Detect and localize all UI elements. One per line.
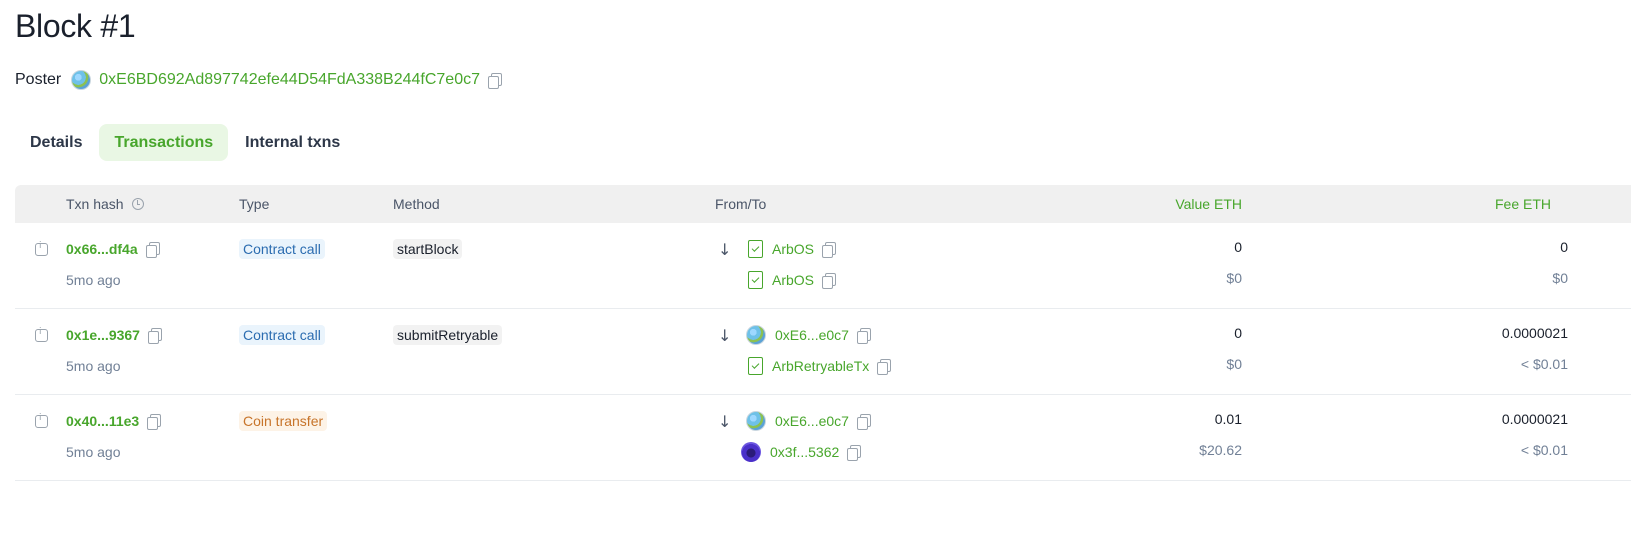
copy-icon[interactable] <box>822 273 837 289</box>
txn-value-usd: $0 <box>1226 270 1242 286</box>
txn-method: startBlock <box>393 239 463 259</box>
copy-icon[interactable] <box>856 414 871 430</box>
arrow-down-icon: ↓ <box>718 411 732 431</box>
contract-icon <box>748 240 763 258</box>
table-row: 0x66...df4a 5mo ago Contract call startB… <box>15 223 1631 309</box>
txn-value: 0 <box>1234 239 1242 255</box>
copy-icon[interactable] <box>877 359 892 375</box>
globe-avatar-icon <box>746 411 766 431</box>
arrow-down-icon: ↓ <box>718 239 732 259</box>
page-title: Block #1 <box>15 8 136 44</box>
txn-type-badge: Contract call <box>239 325 325 345</box>
purple-avatar-icon <box>741 442 761 462</box>
txn-value: 0 <box>1234 325 1242 341</box>
txn-age: 5mo ago <box>66 358 121 374</box>
tab-bar: Details Transactions Internal txns <box>15 124 357 161</box>
row-details-icon[interactable] <box>35 413 48 428</box>
poster-address-link[interactable]: 0xE6BD692Ad897742efe44D54FdA338B244fC7e0… <box>99 71 480 89</box>
txn-fee: 0.0000021 <box>1501 411 1568 427</box>
tab-internal-txns[interactable]: Internal txns <box>230 124 355 161</box>
txn-value-usd: $20.62 <box>1199 442 1242 458</box>
copy-icon[interactable] <box>822 242 837 258</box>
tab-details[interactable]: Details <box>15 124 97 161</box>
txn-value: 0.01 <box>1214 411 1242 427</box>
arrow-down-icon: ↓ <box>718 325 732 345</box>
from-address-link[interactable]: 0xE6...e0c7 <box>775 413 849 429</box>
txn-type-badge: Coin transfer <box>239 411 328 431</box>
clock-icon[interactable] <box>131 198 144 210</box>
poster-row: Poster 0xE6BD692Ad897742efe44D54FdA338B2… <box>15 68 502 92</box>
txn-type-badge: Contract call <box>239 239 325 259</box>
copy-icon[interactable] <box>145 242 160 258</box>
header-from-to: From/To <box>715 196 767 212</box>
copy-icon[interactable] <box>147 414 162 430</box>
from-address-link[interactable]: ArbOS <box>772 241 814 257</box>
table-row: 0x40...11e3 5mo ago Coin transfer ↓ 0xE6… <box>15 395 1631 481</box>
row-details-icon[interactable] <box>35 327 48 342</box>
header-fee-eth: Fee ETH <box>1494 196 1551 212</box>
txn-hash-link[interactable]: 0x40...11e3 <box>66 413 139 429</box>
copy-icon[interactable] <box>847 445 862 461</box>
to-address-link[interactable]: 0x3f...5362 <box>770 444 839 460</box>
header-txn-hash: Txn hash <box>66 196 144 212</box>
txn-hash-link[interactable]: 0x1e...9367 <box>66 327 140 343</box>
copy-icon[interactable] <box>856 328 871 344</box>
txn-fee: 0 <box>1560 239 1568 255</box>
to-address-link[interactable]: ArbRetryableTx <box>772 358 869 374</box>
poster-avatar-icon <box>71 70 92 90</box>
header-method: Method <box>393 196 440 212</box>
header-value-eth: Value ETH <box>1175 196 1242 212</box>
txn-age: 5mo ago <box>66 272 121 288</box>
contract-icon <box>748 271 763 289</box>
txn-fee-usd: < $0.01 <box>1520 356 1568 372</box>
to-address-link[interactable]: ArbOS <box>772 272 814 288</box>
txn-method: submitRetryable <box>393 325 503 345</box>
txn-value-usd: $0 <box>1226 356 1242 372</box>
table-header: Txn hash Type Method From/To Value ETH F… <box>15 185 1631 223</box>
txn-fee: 0.0000021 <box>1501 325 1568 341</box>
table-row: 0x1e...9367 5mo ago Contract call submit… <box>15 309 1631 395</box>
row-details-icon[interactable] <box>35 241 48 256</box>
contract-icon <box>748 357 763 375</box>
poster-label: Poster <box>15 71 62 88</box>
txn-hash-link[interactable]: 0x66...df4a <box>66 241 138 257</box>
txn-fee-usd: $0 <box>1552 270 1568 286</box>
header-type: Type <box>239 196 270 212</box>
from-address-link[interactable]: 0xE6...e0c7 <box>775 327 849 343</box>
tab-transactions[interactable]: Transactions <box>99 124 229 161</box>
copy-icon[interactable] <box>147 328 162 344</box>
txn-age: 5mo ago <box>66 444 121 460</box>
txn-fee-usd: < $0.01 <box>1520 442 1568 458</box>
transactions-table: Txn hash Type Method From/To Value ETH F… <box>15 185 1631 481</box>
copy-icon[interactable] <box>488 73 502 89</box>
globe-avatar-icon <box>746 325 766 345</box>
